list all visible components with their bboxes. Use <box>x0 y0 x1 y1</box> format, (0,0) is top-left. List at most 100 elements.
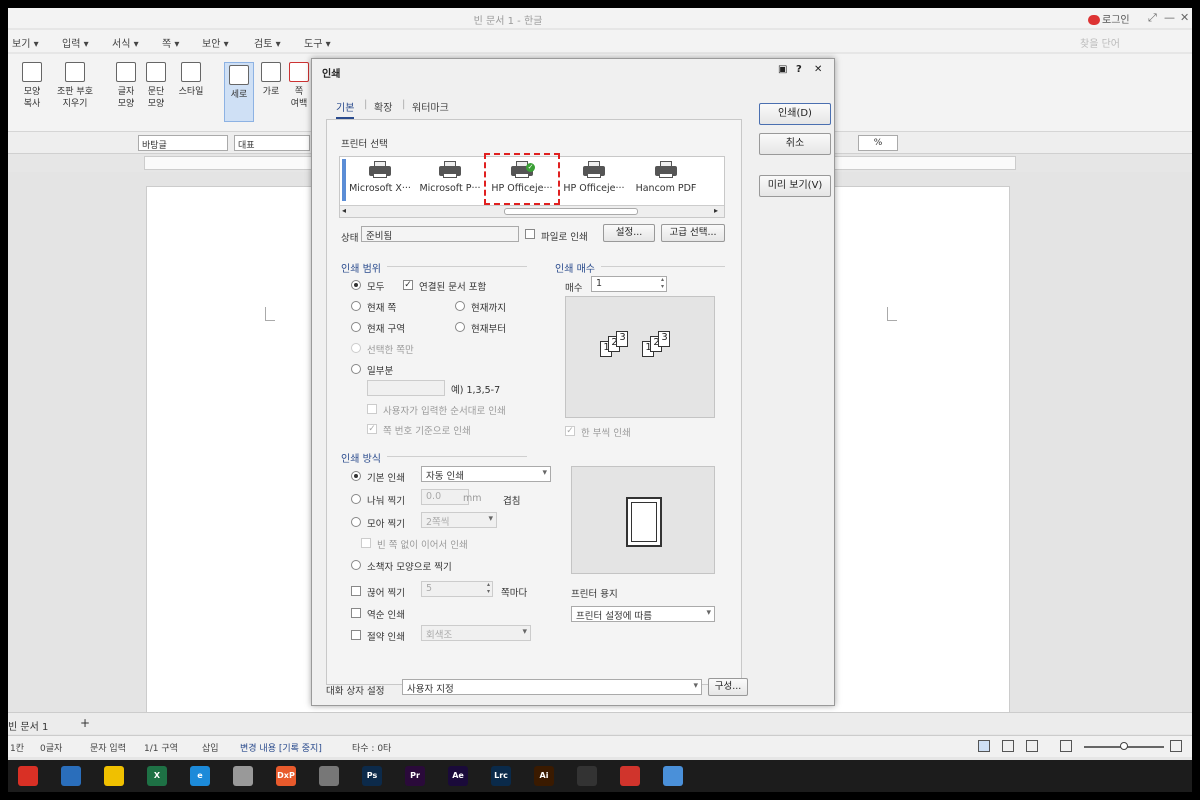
collate-checkbox[interactable]: ✓ <box>565 426 575 436</box>
range-from-current-radio[interactable] <box>455 322 465 332</box>
style-button[interactable]: 스타일 <box>174 62 208 98</box>
method-collect-radio[interactable] <box>351 517 361 527</box>
user-order-checkbox[interactable] <box>367 404 377 414</box>
range-current-page-radio[interactable] <box>351 301 361 311</box>
excel-icon[interactable]: X <box>147 766 167 786</box>
menu-page[interactable]: 쪽 ▾ <box>162 35 179 50</box>
app-red-icon[interactable] <box>620 766 640 786</box>
page-number-checkbox[interactable]: ✓ <box>367 424 377 434</box>
margin-button[interactable]: 쪽 여백 <box>288 62 310 110</box>
status-insert[interactable]: 삽입 <box>202 741 219 754</box>
dialog-restore-icon[interactable]: ▣ <box>778 64 787 75</box>
status-track-changes[interactable]: 변경 내용 [기록 중지] <box>240 741 322 754</box>
range-partial-radio[interactable] <box>351 364 361 374</box>
zoom-out-icon[interactable] <box>1060 740 1072 752</box>
printer-settings-button[interactable]: 설정... <box>603 224 655 242</box>
fullscreen-icon[interactable]: ⤢ <box>1148 11 1157 25</box>
premiere-icon[interactable]: Pr <box>405 766 425 786</box>
calculator-icon[interactable] <box>319 766 339 786</box>
find-word-field[interactable]: 찾을 단어 <box>1080 35 1120 50</box>
partial-pages-input[interactable] <box>367 380 445 396</box>
basic-print-select[interactable]: 자동 인쇄 <box>421 466 551 482</box>
landscape-button[interactable]: 가로 <box>258 62 284 98</box>
view-full-icon[interactable] <box>1002 740 1014 752</box>
close-icon[interactable]: ✕ <box>1180 11 1189 24</box>
menu-view[interactable]: 보기 ▾ <box>12 35 39 50</box>
advanced-select-button[interactable]: 고급 선택... <box>661 224 725 242</box>
menu-security[interactable]: 보안 ▾ <box>202 35 229 50</box>
format-copy-button[interactable]: 모양 복사 <box>16 62 48 110</box>
font-select[interactable]: 대표 <box>234 135 310 151</box>
add-tab-button[interactable]: + <box>80 716 90 730</box>
photoshop-icon[interactable]: Ps <box>362 766 382 786</box>
dialog-settings-select[interactable]: 사용자 지정 <box>402 679 702 695</box>
printer-item-hancom-pdf[interactable]: Hancom PDF <box>630 157 702 194</box>
hwp-icon[interactable] <box>61 766 81 786</box>
printer-list-scrollbar[interactable]: ◂ ▸ <box>340 205 724 217</box>
grayscale-select[interactable]: 회색조 <box>421 625 531 641</box>
configure-button[interactable]: 구성... <box>708 678 748 696</box>
dxp-icon[interactable]: DxP <box>276 766 296 786</box>
copies-stepper[interactable]: 1 <box>591 276 667 292</box>
range-current-section-radio[interactable] <box>351 322 361 332</box>
split-value-input[interactable]: 0.0 <box>421 489 469 505</box>
preview-button[interactable]: 미리 보기(V) <box>759 175 831 197</box>
para-shape-button[interactable]: 문단 모양 <box>142 62 170 110</box>
range-to-current-radio[interactable] <box>455 301 465 311</box>
range-selection-radio[interactable] <box>351 343 361 353</box>
menu-insert[interactable]: 입력 ▾ <box>62 35 89 50</box>
zoom-select[interactable]: % <box>858 135 898 151</box>
include-linked-checkbox[interactable]: ✓ <box>403 280 413 290</box>
illustrator-icon[interactable]: Ai <box>534 766 554 786</box>
char-shape-button[interactable]: 글자 모양 <box>112 62 140 110</box>
style-select[interactable]: 바탕글 <box>138 135 228 151</box>
scroll-left-icon[interactable]: ◂ <box>342 206 346 215</box>
print-to-file-checkbox[interactable] <box>525 229 535 239</box>
economy-print-checkbox[interactable] <box>351 630 361 640</box>
cancel-button[interactable]: 취소 <box>759 133 831 155</box>
sticky-icon[interactable] <box>104 766 124 786</box>
obs-icon[interactable] <box>577 766 597 786</box>
view-normal-icon[interactable] <box>978 740 990 752</box>
reverse-print-checkbox[interactable] <box>351 608 361 618</box>
menu-tools[interactable]: 도구 ▾ <box>304 35 331 50</box>
view-page-icon[interactable] <box>1026 740 1038 752</box>
printer-item-hp-officejet[interactable]: HP Officeje··· <box>558 157 630 194</box>
menu-format[interactable]: 서식 ▾ <box>112 35 139 50</box>
cut-value-stepper[interactable]: 5 <box>421 581 493 597</box>
tab-extended[interactable]: 확장 <box>374 99 392 114</box>
split-unit-label: mm <box>463 493 482 504</box>
help-icon[interactable]: ? <box>796 64 802 75</box>
no-blank-checkbox[interactable] <box>361 538 371 548</box>
zoom-slider-thumb[interactable] <box>1120 742 1128 750</box>
print-button[interactable]: 인쇄(D) <box>759 103 831 125</box>
cut-print-checkbox[interactable] <box>351 586 361 596</box>
minimize-icon[interactable]: — <box>1164 11 1175 24</box>
clear-codes-button[interactable]: 조판 부호 지우기 <box>52 62 98 110</box>
document-tab[interactable]: 빈 문서 1 <box>8 718 48 733</box>
paint-icon[interactable] <box>233 766 253 786</box>
tab-basic[interactable]: 기본 <box>336 99 355 119</box>
printer-item-microsoft-xps[interactable]: Microsoft X··· <box>344 157 416 194</box>
aftereffects-icon[interactable]: Ae <box>448 766 468 786</box>
zoom-in-icon[interactable] <box>1170 740 1182 752</box>
method-basic-radio[interactable] <box>351 471 361 481</box>
method-split-radio[interactable] <box>351 494 361 504</box>
portrait-button[interactable]: 세로 <box>224 62 254 122</box>
scroll-right-icon[interactable]: ▸ <box>714 206 718 215</box>
page-corner-marker <box>265 307 275 321</box>
tab-watermark[interactable]: 워터마크 <box>412 99 449 114</box>
collect-select[interactable]: 2쪽씩 <box>421 512 497 528</box>
menu-review[interactable]: 검토 ▾ <box>254 35 281 50</box>
login-button[interactable]: 로그인 <box>1088 11 1130 26</box>
range-all-radio[interactable] <box>351 280 361 290</box>
printer-item-microsoft-pdf[interactable]: Microsoft P··· <box>414 157 486 194</box>
app-blue-icon[interactable] <box>663 766 683 786</box>
lightroom-icon[interactable]: Lrc <box>491 766 511 786</box>
scroll-thumb[interactable] <box>504 208 638 215</box>
dialog-close-icon[interactable]: ✕ <box>814 64 822 75</box>
ie-icon[interactable]: e <box>190 766 210 786</box>
method-booklet-radio[interactable] <box>351 560 361 570</box>
chrome-icon[interactable] <box>18 766 38 786</box>
paper-select[interactable]: 프린터 설정에 따름 <box>571 606 715 622</box>
